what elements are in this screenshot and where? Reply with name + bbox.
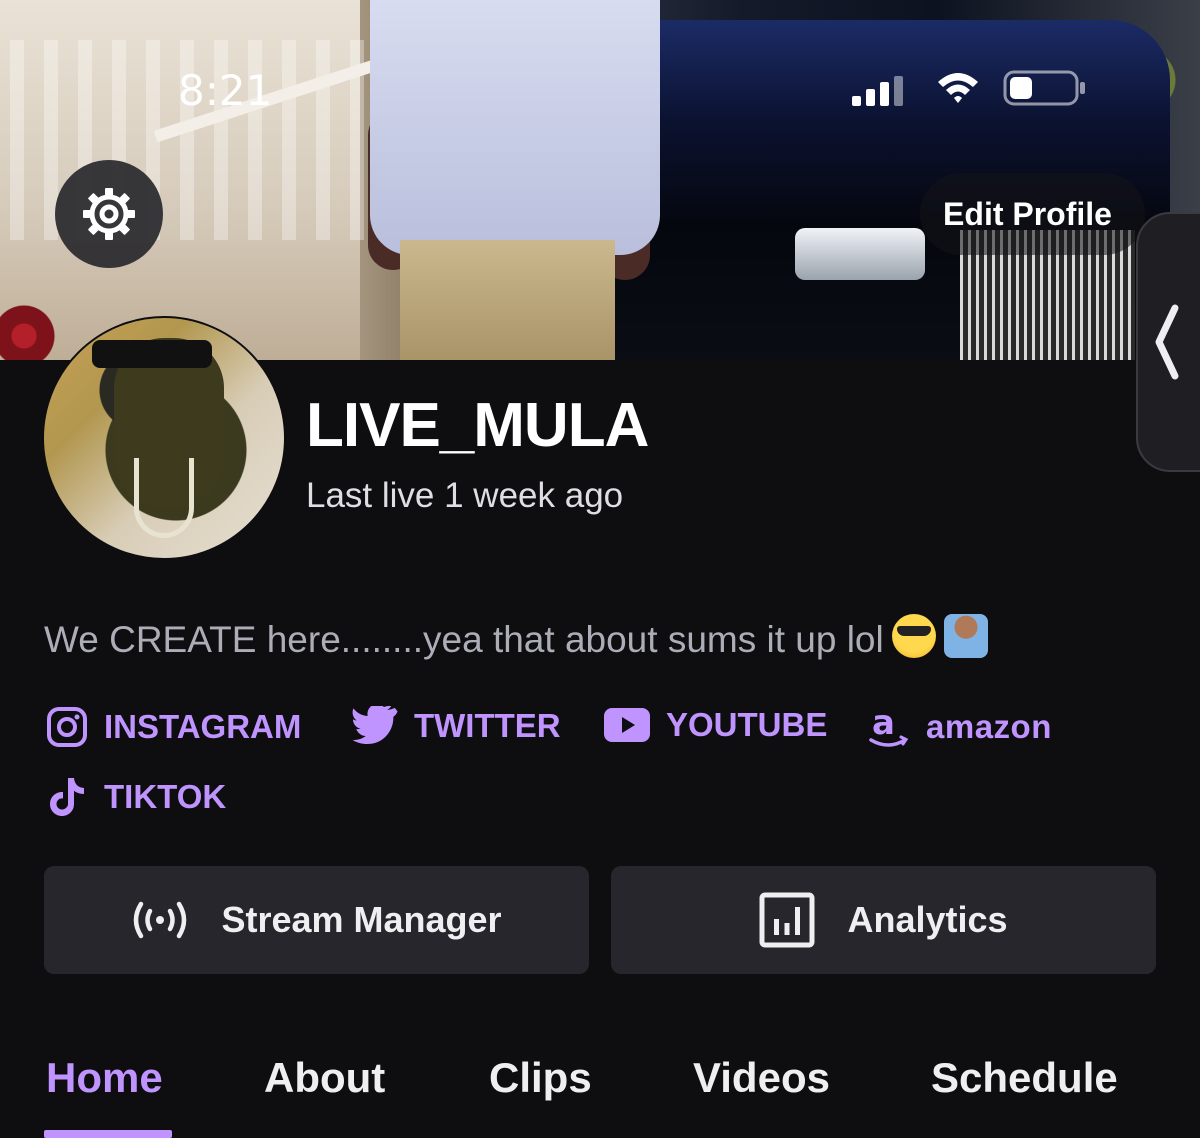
social-link-youtube[interactable]: YOUTUBE: [604, 706, 827, 744]
active-tab-indicator: [44, 1130, 172, 1138]
tab-videos[interactable]: Videos: [693, 1054, 830, 1102]
channel-bio: We CREATE here........yea that about sum…: [44, 614, 988, 661]
analytics-button[interactable]: Analytics: [611, 866, 1156, 974]
social-link-instagram[interactable]: INSTAGRAM: [46, 706, 301, 748]
chevron-left-icon: [1155, 304, 1179, 380]
stream-manager-button[interactable]: Stream Manager: [44, 866, 589, 974]
signal-icon: [852, 76, 903, 106]
tab-about[interactable]: About: [264, 1054, 385, 1102]
analytics-label: Analytics: [847, 899, 1008, 940]
social-link-amazon[interactable]: a amazon: [868, 704, 1052, 750]
gear-icon: [83, 188, 135, 240]
status-time: 8:21: [178, 66, 273, 115]
shrug-emoji-icon: [943, 614, 988, 658]
last-live-text: Last live 1 week ago: [306, 476, 624, 515]
edit-profile-button[interactable]: Edit Profile: [920, 173, 1145, 255]
settings-button[interactable]: [55, 160, 163, 268]
analytics-icon: [759, 892, 815, 948]
tab-home[interactable]: Home: [46, 1054, 163, 1102]
instagram-icon: [47, 707, 87, 747]
stream-manager-label: Stream Manager: [221, 899, 502, 940]
bio-text: We CREATE here........yea that about sum…: [44, 619, 884, 660]
avatar[interactable]: [42, 316, 286, 560]
social-link-label: YOUTUBE: [666, 706, 828, 743]
tiktok-icon: [50, 778, 84, 816]
channel-name: LIVE_MULA: [306, 391, 649, 460]
tab-clips[interactable]: Clips: [489, 1054, 592, 1102]
social-link-tiktok[interactable]: TIKTOK: [46, 776, 226, 818]
wifi-icon: [938, 73, 978, 103]
svg-text:a: a: [872, 704, 895, 743]
broadcast-icon: [134, 901, 187, 939]
social-link-label: TWITTER: [414, 707, 561, 744]
youtube-icon: [604, 708, 650, 742]
side-panel-handle[interactable]: [1136, 212, 1200, 472]
social-link-label: amazon: [926, 708, 1052, 745]
battery-icon: [1003, 70, 1085, 106]
amazon-icon: a: [869, 704, 909, 747]
tab-schedule[interactable]: Schedule: [931, 1054, 1118, 1102]
channel-tabs: Home About Clips Videos Schedule: [0, 1040, 1200, 1138]
social-link-label: INSTAGRAM: [104, 708, 302, 745]
sunglasses-emoji-icon: [891, 614, 936, 658]
social-link-twitter[interactable]: TWITTER: [352, 706, 561, 746]
social-link-label: TIKTOK: [104, 778, 227, 815]
twitter-icon: [352, 706, 398, 745]
